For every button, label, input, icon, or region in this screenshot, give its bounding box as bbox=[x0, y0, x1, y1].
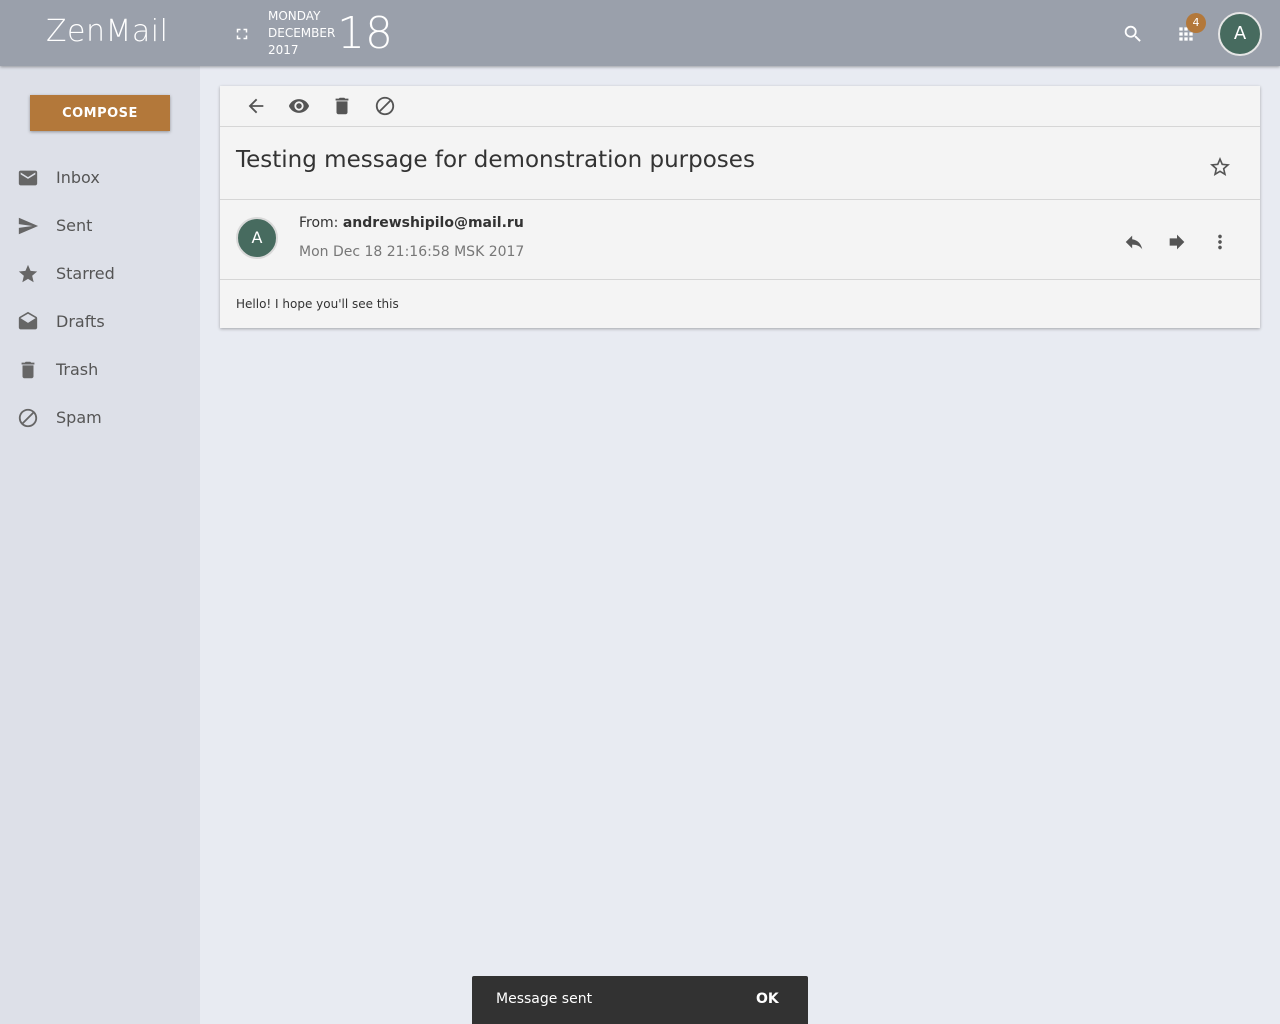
block-icon bbox=[18, 408, 38, 428]
date-display: MONDAY DECEMBER 2017 bbox=[268, 8, 335, 59]
sidebar-item-starred[interactable]: Starred bbox=[0, 254, 200, 294]
message-toolbar bbox=[220, 86, 1260, 127]
message-body: Hello! I hope you'll see this bbox=[236, 297, 399, 311]
eye-icon[interactable] bbox=[288, 95, 310, 117]
sidebar-item-label: Drafts bbox=[56, 312, 105, 331]
forward-icon[interactable] bbox=[1166, 231, 1188, 253]
sidebar-item-trash[interactable]: Trash bbox=[0, 350, 200, 390]
message-subject: Testing message for demonstration purpos… bbox=[236, 147, 755, 173]
trash-icon[interactable] bbox=[331, 95, 353, 117]
user-avatar[interactable]: A bbox=[1218, 12, 1262, 56]
send-icon bbox=[18, 217, 39, 235]
sender-row: A From: andrewshipilo@mail.ru Mon Dec 18… bbox=[220, 200, 1260, 280]
sidebar-item-sent[interactable]: Sent bbox=[0, 206, 200, 246]
block-icon[interactable] bbox=[374, 95, 396, 117]
sidebar: COMPOSE Inbox Sent Starred Drafts Trash bbox=[0, 66, 200, 1024]
sidebar-item-label: Spam bbox=[56, 408, 102, 427]
message-date: Mon Dec 18 21:16:58 MSK 2017 bbox=[299, 244, 525, 260]
snackbar-ok-button[interactable]: OK bbox=[756, 991, 779, 1007]
trash-icon bbox=[21, 361, 35, 379]
sidebar-item-label: Inbox bbox=[56, 168, 100, 187]
search-icon[interactable] bbox=[1122, 23, 1144, 45]
from-address[interactable]: andrewshipilo@mail.ru bbox=[343, 215, 524, 231]
sidebar-item-label: Sent bbox=[56, 216, 93, 235]
star-outline-icon[interactable] bbox=[1208, 155, 1232, 179]
top-app-bar: ZenMail MONDAY DECEMBER 2017 18 4 A bbox=[0, 0, 1280, 66]
subject-row: Testing message for demonstration purpos… bbox=[220, 127, 1260, 200]
sidebar-item-inbox[interactable]: Inbox bbox=[0, 158, 200, 198]
sidebar-item-label: Trash bbox=[56, 360, 99, 379]
from-line: From: andrewshipilo@mail.ru bbox=[299, 215, 524, 231]
notification-badge: 4 bbox=[1186, 13, 1206, 33]
month-label: DECEMBER bbox=[268, 26, 336, 40]
reply-icon[interactable] bbox=[1123, 231, 1145, 253]
app-logo[interactable]: ZenMail bbox=[46, 14, 168, 49]
message-card: Testing message for demonstration purpos… bbox=[220, 86, 1260, 328]
mail-icon bbox=[18, 170, 38, 186]
sidebar-item-drafts[interactable]: Drafts bbox=[0, 302, 200, 342]
sidebar-item-label: Starred bbox=[56, 264, 115, 283]
snackbar: Message sent OK bbox=[472, 976, 808, 1024]
compose-button[interactable]: COMPOSE bbox=[30, 95, 170, 131]
star-icon bbox=[18, 264, 38, 283]
from-prefix: From: bbox=[299, 215, 339, 231]
back-icon[interactable] bbox=[245, 95, 267, 117]
snackbar-message: Message sent bbox=[496, 991, 593, 1007]
drafts-icon bbox=[18, 311, 38, 330]
sender-avatar[interactable]: A bbox=[236, 217, 278, 259]
more-vert-icon[interactable] bbox=[1209, 231, 1231, 253]
weekday-label: MONDAY bbox=[268, 9, 321, 23]
year-label: 2017 bbox=[268, 43, 299, 57]
day-number: 18 bbox=[337, 8, 393, 59]
sidebar-item-spam[interactable]: Spam bbox=[0, 398, 200, 438]
fullscreen-icon[interactable] bbox=[233, 25, 251, 43]
